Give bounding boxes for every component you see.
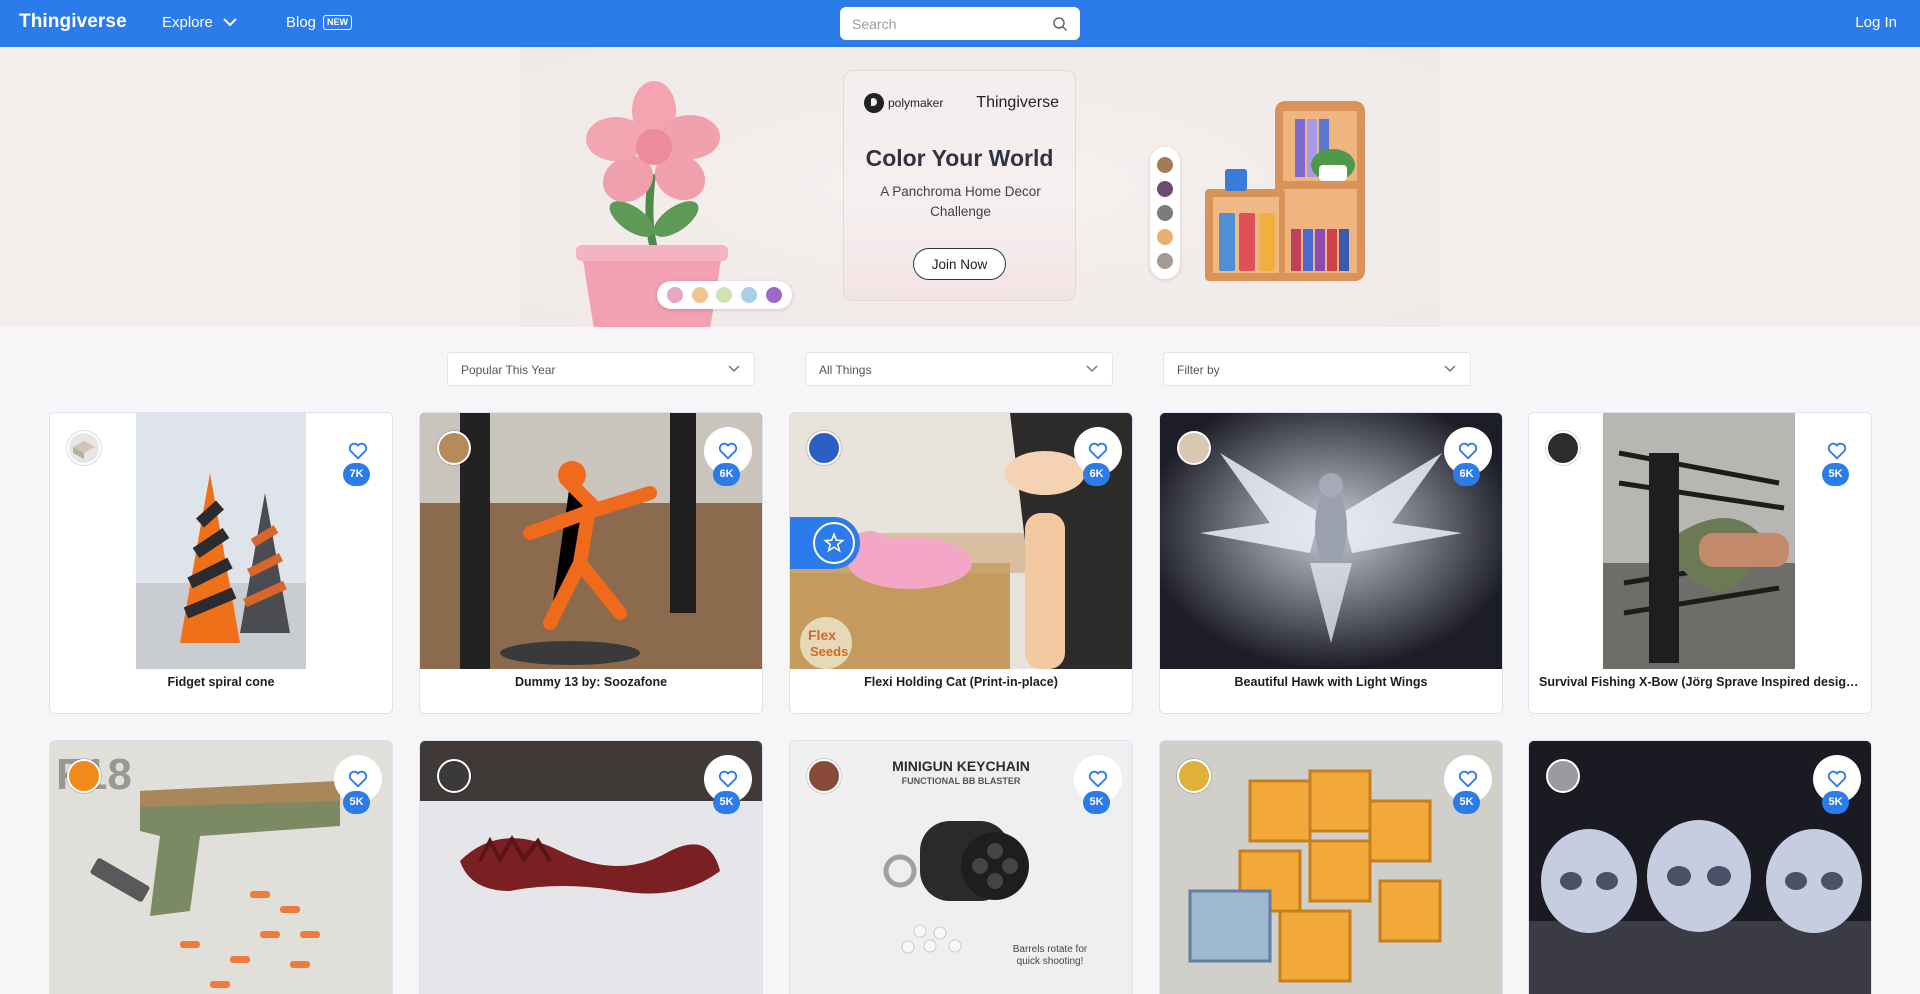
thing-card[interactable]: Flex Seeds 6K Flexi Holding Cat (Print-i… xyxy=(789,412,1133,714)
blog-label: Blog xyxy=(286,14,317,31)
thing-card[interactable]: MINIGUN KEYCHAIN FUNCTIONAL BB BLASTER B… xyxy=(789,740,1133,994)
heart-icon xyxy=(718,442,738,460)
swatch[interactable] xyxy=(765,287,782,303)
like-count: 6K xyxy=(1083,463,1110,486)
avatar[interactable] xyxy=(437,431,471,465)
like-count: 6K xyxy=(713,463,740,486)
keychain-note-text: Barrels rotate for xyxy=(1013,944,1088,955)
search-icon[interactable] xyxy=(1052,16,1068,32)
explore-label: Explore xyxy=(162,14,213,31)
type-value: All Things xyxy=(819,363,872,377)
promo-title: Color Your World xyxy=(865,145,1054,171)
thing-title[interactable]: Dummy 13 by: Soozafone xyxy=(430,675,752,689)
heart-icon xyxy=(1827,442,1847,460)
chevron-down-icon xyxy=(1086,365,1098,373)
like-count: 6K xyxy=(1453,463,1480,486)
search-box xyxy=(840,7,1080,40)
thing-card[interactable]: 5K Survival Fishing X-Bow (Jörg Sprave I… xyxy=(1528,412,1872,714)
avatar[interactable] xyxy=(1177,759,1211,793)
explore-menu[interactable]: Explore xyxy=(162,14,237,31)
chevron-down-icon xyxy=(1444,365,1456,373)
swatch[interactable] xyxy=(1157,253,1173,269)
like-count: 7K xyxy=(343,463,370,486)
heart-icon xyxy=(1458,770,1478,788)
join-now-button[interactable]: Join Now xyxy=(913,248,1006,280)
chevron-down-icon xyxy=(728,365,740,373)
filter-dropdown[interactable]: Filter by xyxy=(1163,352,1471,386)
heart-icon xyxy=(1458,442,1478,460)
like-count: 5K xyxy=(1083,791,1110,814)
swatch[interactable] xyxy=(1157,181,1173,197)
promo-brands: polymaker Thingiverse xyxy=(864,93,1059,113)
like-count: 5K xyxy=(1822,791,1849,814)
avatar[interactable] xyxy=(437,759,471,793)
swatch[interactable] xyxy=(691,287,708,303)
heart-icon xyxy=(1088,442,1108,460)
thing-card[interactable]: 5K xyxy=(419,740,763,994)
polymaker-logo: polymaker xyxy=(864,93,943,113)
like-count: 5K xyxy=(713,791,740,814)
thing-title[interactable]: Fidget spiral cone xyxy=(60,675,382,689)
avatar[interactable] xyxy=(67,759,101,793)
heart-icon xyxy=(348,442,368,460)
thing-card[interactable]: 6K Dummy 13 by: Soozafone xyxy=(419,412,763,714)
thing-title[interactable]: Survival Fishing X-Bow (Jörg Sprave Insp… xyxy=(1539,675,1861,689)
blog-link[interactable]: Blog NEW xyxy=(286,14,353,31)
promo-card: polymaker Thingiverse Color Your World A… xyxy=(843,70,1076,301)
bookshelf-illustration xyxy=(1205,101,1365,281)
avatar[interactable] xyxy=(1546,431,1580,465)
swatch[interactable] xyxy=(716,287,733,303)
swatch[interactable] xyxy=(741,287,758,303)
promo-subtitle: A Panchroma Home Decor Challenge xyxy=(880,184,1041,219)
swatch[interactable] xyxy=(1157,205,1173,221)
avatar[interactable] xyxy=(807,431,841,465)
thing-card[interactable]: F18 5K xyxy=(49,740,393,994)
chevron-down-icon xyxy=(223,18,237,27)
sort-value: Popular This Year xyxy=(461,363,556,377)
heart-icon xyxy=(1827,770,1847,788)
featured-badge[interactable] xyxy=(790,517,860,569)
thing-title[interactable]: Flexi Holding Cat (Print-in-place) xyxy=(800,675,1122,689)
flower-color-swatches xyxy=(657,281,792,309)
brand-name: Thingiverse xyxy=(976,94,1059,111)
keychain-note-text: quick shooting! xyxy=(1017,956,1084,967)
swatch[interactable] xyxy=(1157,229,1173,245)
flex-text: Flex xyxy=(808,627,836,643)
challenge-banner[interactable]: polymaker Thingiverse Color Your World A… xyxy=(0,47,1920,327)
thing-title[interactable]: Beautiful Hawk with Light Wings xyxy=(1170,675,1492,689)
heart-icon xyxy=(1088,770,1108,788)
thing-card[interactable]: 7K Fidget spiral cone xyxy=(49,412,393,714)
type-dropdown[interactable]: All Things xyxy=(805,352,1113,386)
keychain-title-text: MINIGUN KEYCHAIN xyxy=(892,758,1030,774)
heart-icon xyxy=(718,770,738,788)
thingiverse-logo[interactable]: Thingiverse xyxy=(19,11,127,33)
star-icon xyxy=(823,532,845,553)
thing-card[interactable]: 6K Beautiful Hawk with Light Wings xyxy=(1159,412,1503,714)
filter-value: Filter by xyxy=(1177,363,1220,377)
polymaker-icon xyxy=(864,93,884,113)
new-badge: NEW xyxy=(323,15,353,30)
search-input[interactable] xyxy=(852,14,1042,34)
avatar[interactable] xyxy=(67,431,101,465)
sponsor-name: polymaker xyxy=(888,96,944,110)
avatar[interactable] xyxy=(1177,431,1211,465)
login-link[interactable]: Log In xyxy=(1855,14,1897,31)
sort-dropdown[interactable]: Popular This Year xyxy=(447,352,755,386)
seeds-text: Seeds xyxy=(810,644,848,659)
like-count: 5K xyxy=(1453,791,1480,814)
avatar[interactable] xyxy=(1546,759,1580,793)
top-navigation-bar: Thingiverse Explore Blog NEW Log In xyxy=(0,0,1920,47)
swatch[interactable] xyxy=(1157,157,1173,173)
thing-card[interactable]: 5K xyxy=(1528,740,1872,994)
thing-card[interactable]: 5K xyxy=(1159,740,1503,994)
swatch[interactable] xyxy=(667,287,684,303)
avatar[interactable] xyxy=(807,759,841,793)
like-count: 5K xyxy=(1822,463,1849,486)
keychain-subtitle-text: FUNCTIONAL BB BLASTER xyxy=(902,776,1021,786)
like-count: 5K xyxy=(343,791,370,814)
heart-icon xyxy=(348,770,368,788)
shelf-color-swatches xyxy=(1150,147,1180,279)
